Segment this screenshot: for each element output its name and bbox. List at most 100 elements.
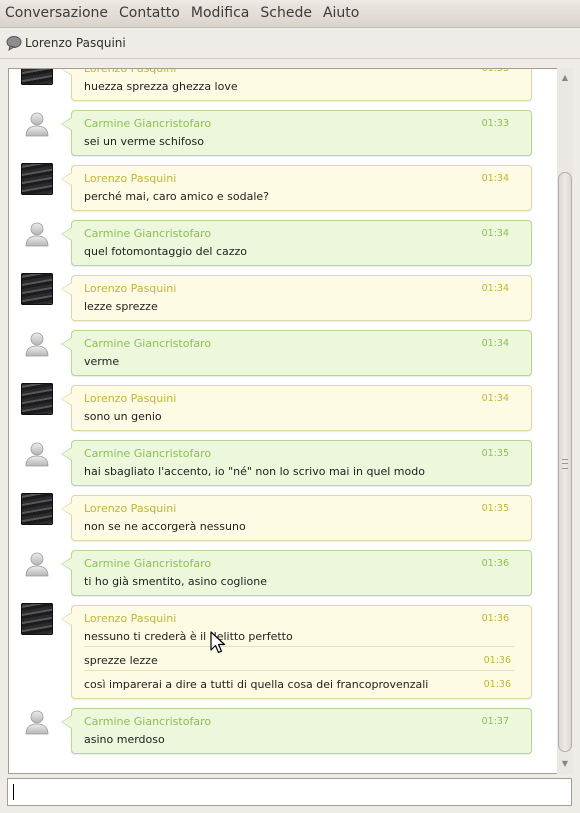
sender-name: Lorenzo Pasquini bbox=[84, 172, 177, 185]
sender-name: Carmine Giancristofaro bbox=[84, 715, 212, 728]
menu-conversazione[interactable]: Conversazione bbox=[0, 0, 114, 27]
sender-name: Lorenzo Pasquini bbox=[84, 392, 177, 405]
message-entry: Lorenzo Pasquini 01:35 non se ne accorgerà… bbox=[9, 493, 557, 541]
person-silhouette-icon bbox=[25, 112, 49, 137]
message-time: 01:36 bbox=[483, 679, 511, 690]
sender-name: Lorenzo Pasquini bbox=[84, 502, 177, 515]
bubble-tail bbox=[62, 173, 72, 185]
message-text: così imparerai a dire a tutti di quella … bbox=[84, 678, 429, 691]
sender-name: Lorenzo Pasquini bbox=[84, 612, 177, 625]
default-avatar-icon bbox=[21, 328, 53, 360]
message-entry: Carmine Giancristofaro 01:35 hai sbagliato… bbox=[9, 438, 557, 486]
default-avatar-icon bbox=[21, 548, 53, 580]
person-silhouette-icon bbox=[25, 332, 49, 357]
message-time: 01:34 bbox=[481, 173, 509, 184]
menu-modifica[interactable]: Modifica bbox=[186, 0, 256, 27]
message-text: sprezze lezze bbox=[84, 654, 158, 667]
message-entry: Lorenzo Pasquini 01:33 huezza sprezza ghez… bbox=[9, 68, 557, 101]
message-text: ti ho già smentito, asino coglione bbox=[84, 575, 267, 588]
conversation-view[interactable]: Lorenzo Pasquini 01:33 huezza sprezza ghez… bbox=[8, 68, 558, 774]
message-entry: Carmine Giancristofaro 01:37 asino merdoso bbox=[9, 706, 557, 754]
menu-contatto[interactable]: Contatto bbox=[114, 0, 186, 27]
message-bubble: Carmine Giancristofaro 01:37 asino merdoso bbox=[61, 708, 532, 754]
message-bubble: Lorenzo Pasquini 01:34 lezze sprezze bbox=[61, 275, 532, 321]
default-avatar-icon bbox=[21, 706, 53, 738]
sender-name: Lorenzo Pasquini bbox=[84, 68, 177, 75]
message-text: nessuno ti crederà è il delitto perfetto bbox=[84, 630, 293, 643]
bubble-tail bbox=[62, 448, 72, 460]
bubble-tail bbox=[62, 69, 72, 75]
message-text: asino merdoso bbox=[84, 733, 165, 746]
bubble-tail bbox=[62, 118, 72, 130]
message-entry: Lorenzo Pasquini 01:36 nessuno ti crederà … bbox=[9, 603, 557, 699]
contact-avatar bbox=[21, 493, 53, 525]
message-entry: Carmine Giancristofaro 01:33 sei un verme … bbox=[9, 108, 557, 156]
message-entry: Carmine Giancristofaro 01:34 quel fotomont… bbox=[9, 218, 557, 266]
person-silhouette-icon bbox=[25, 222, 49, 247]
message-entry: Lorenzo Pasquini 01:34 lezze sprezze bbox=[9, 273, 557, 321]
text-caret bbox=[13, 784, 14, 800]
message-time: 01:34 bbox=[481, 338, 509, 349]
bubble-tail bbox=[62, 613, 72, 625]
scrollbar-thumb[interactable] bbox=[558, 172, 572, 752]
message-entry: Carmine Giancristofaro 01:36 ti ho già sme… bbox=[9, 548, 557, 596]
conversation-tab[interactable]: Lorenzo Pasquini bbox=[0, 28, 580, 59]
scroll-down-arrow-icon[interactable]: ▼ bbox=[557, 756, 573, 772]
message-time: 01:34 bbox=[481, 228, 509, 239]
scroll-grip-icon bbox=[562, 459, 568, 469]
message-bubble: Lorenzo Pasquini 01:34 perché mai, caro am… bbox=[61, 165, 532, 211]
bubble-tail bbox=[62, 228, 72, 240]
message-time: 01:33 bbox=[481, 118, 509, 129]
message-bubble: Carmine Giancristofaro 01:33 sei un verme … bbox=[61, 110, 532, 156]
default-avatar-icon bbox=[21, 438, 53, 470]
message-time: 01:34 bbox=[481, 283, 509, 294]
message-bubble: Carmine Giancristofaro 01:34 quel fotomont… bbox=[61, 220, 532, 266]
message-entry: Lorenzo Pasquini 01:34 sono un genio bbox=[9, 383, 557, 431]
bubble-tail bbox=[62, 558, 72, 570]
person-silhouette-icon bbox=[25, 552, 49, 577]
sender-name: Carmine Giancristofaro bbox=[84, 117, 212, 130]
message-text: verme bbox=[84, 355, 120, 368]
message-time: 01:36 bbox=[481, 613, 509, 624]
sender-name: Carmine Giancristofaro bbox=[84, 557, 212, 570]
message-text: sono un genio bbox=[84, 410, 162, 423]
message-text: lezze sprezze bbox=[84, 300, 158, 313]
message-text: huezza sprezza ghezza love bbox=[84, 80, 238, 93]
sender-name: Lorenzo Pasquini bbox=[84, 282, 177, 295]
scroll-up-arrow-icon[interactable]: ▲ bbox=[557, 70, 573, 86]
message-text: sei un verme schifoso bbox=[84, 135, 204, 148]
message-input[interactable] bbox=[7, 778, 572, 806]
tab-title: Lorenzo Pasquini bbox=[25, 36, 126, 50]
message-time: 01:36 bbox=[483, 655, 511, 666]
message-bubble: Carmine Giancristofaro 01:34 verme bbox=[61, 330, 532, 376]
message-time: 01:35 bbox=[481, 503, 509, 514]
chat-bubble-icon bbox=[6, 35, 22, 52]
contact-avatar bbox=[21, 69, 53, 85]
menu-bar: Conversazione Contatto Modifica Schede A… bbox=[0, 0, 580, 28]
vertical-scrollbar[interactable]: ▲ ▼ bbox=[557, 68, 573, 774]
message-bubble: Carmine Giancristofaro 01:35 hai sbagliato… bbox=[61, 440, 532, 486]
contact-avatar bbox=[21, 273, 53, 305]
message-bubble: Lorenzo Pasquini 01:35 non se ne accorgerà… bbox=[61, 495, 532, 541]
menu-schede[interactable]: Schede bbox=[255, 0, 318, 27]
bubble-tail bbox=[62, 283, 72, 295]
bubble-tail bbox=[62, 338, 72, 350]
message-entry: Carmine Giancristofaro 01:34 verme bbox=[9, 328, 557, 376]
message-time: 01:33 bbox=[481, 68, 509, 74]
message-text: non se ne accorgerà nessuno bbox=[84, 520, 246, 533]
default-avatar-icon bbox=[21, 108, 53, 140]
message-time: 01:34 bbox=[481, 393, 509, 404]
message-time: 01:36 bbox=[481, 558, 509, 569]
contact-avatar bbox=[21, 163, 53, 195]
bubble-tail bbox=[62, 393, 72, 405]
message-text: perché mai, caro amico e sodale? bbox=[84, 190, 270, 203]
menu-aiuto[interactable]: Aiuto bbox=[318, 0, 365, 27]
person-silhouette-icon bbox=[25, 710, 49, 735]
message-divider bbox=[84, 646, 514, 647]
message-bubble: Lorenzo Pasquini 01:33 huezza sprezza ghez… bbox=[61, 68, 532, 101]
person-silhouette-icon bbox=[25, 442, 49, 467]
message-bubble: Carmine Giancristofaro 01:36 ti ho già sme… bbox=[61, 550, 532, 596]
message-time: 01:37 bbox=[481, 716, 509, 727]
contact-avatar bbox=[21, 603, 53, 635]
message-time: 01:35 bbox=[481, 448, 509, 459]
